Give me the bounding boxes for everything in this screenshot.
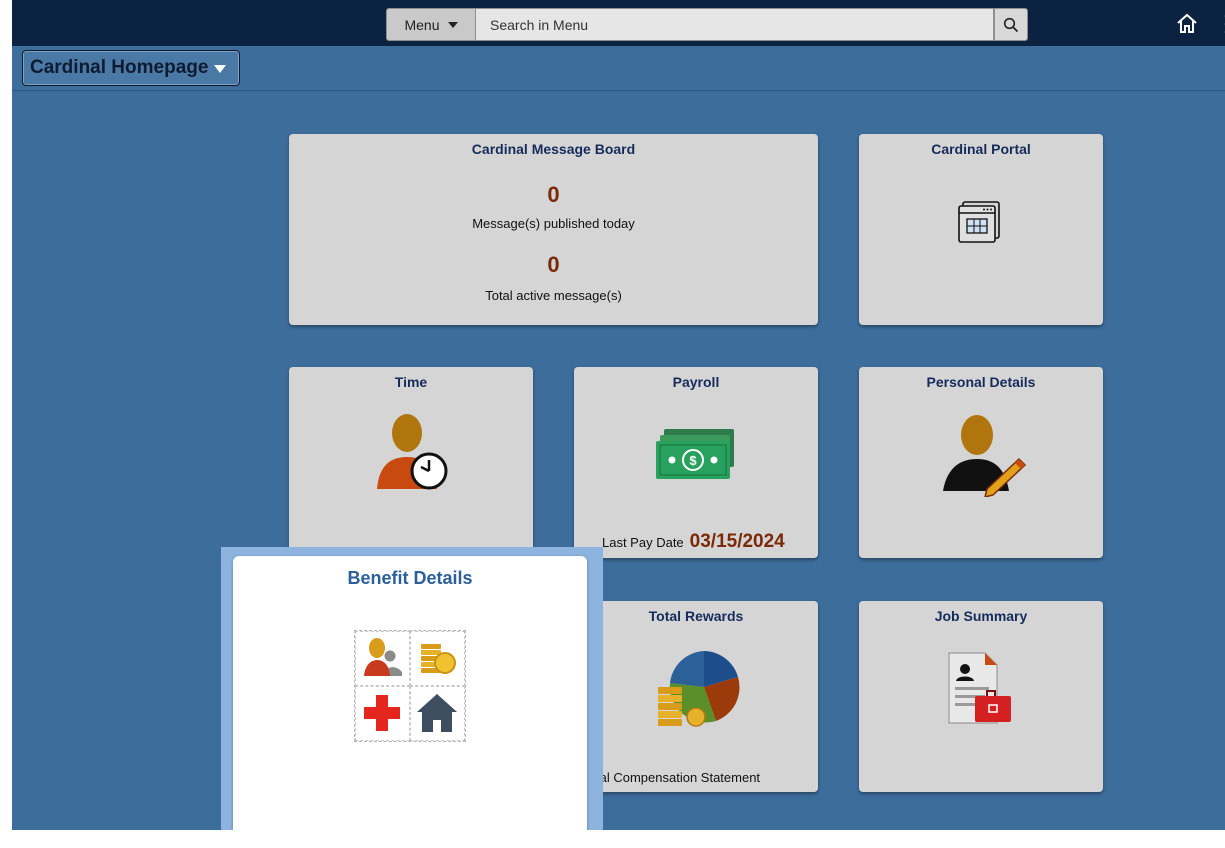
window-grid-icon [958, 201, 1000, 243]
tile-message-board[interactable]: Cardinal Message Board 0 Message(s) publ… [289, 134, 818, 325]
dropdown-triangle-icon [214, 65, 227, 73]
benefit-cell [410, 686, 465, 741]
tile-title: Personal Details [926, 374, 1036, 390]
home-button[interactable] [1174, 11, 1200, 37]
tile-title: Cardinal Message Board [471, 141, 636, 157]
last-pay-line: Last Pay Date 03/15/2024 [602, 531, 785, 553]
homepage-title: Cardinal Homepage [30, 57, 209, 78]
benefit-cell [355, 631, 410, 686]
tile-cardinal-portal[interactable]: Cardinal Portal [859, 134, 1103, 325]
search-button[interactable] [994, 8, 1028, 41]
resume-briefcase-icon [948, 652, 1011, 724]
chevron-down-icon [447, 21, 458, 28]
tile-title: Time [394, 374, 428, 390]
benefit-icons-grid [354, 630, 466, 742]
search-input[interactable] [476, 8, 994, 41]
medical-cross-icon [364, 695, 400, 731]
published-count: 0 [547, 182, 560, 207]
tile-payroll[interactable]: Payroll $ Last Pay Date 03/15/2024 [574, 367, 818, 558]
pie-coins-icon [658, 651, 740, 727]
last-pay-label: Last Pay Date [602, 535, 684, 550]
last-pay-date: 03/15/2024 [689, 531, 785, 552]
page-bottom-edge [0, 830, 1225, 848]
tile-personal-details[interactable]: Personal Details [859, 367, 1103, 558]
benefit-details-highlight: Benefit Details [221, 547, 603, 848]
tile-title: Payroll [672, 374, 720, 390]
person-pencil-icon [943, 415, 1027, 497]
tile-job-summary[interactable]: Job Summary [859, 601, 1103, 792]
published-label: Message(s) published today [472, 216, 635, 231]
benefit-cell [355, 686, 410, 741]
tile-title: Total Rewards [648, 608, 744, 624]
top-navigation-bar: Menu [12, 0, 1225, 46]
active-label: Total active message(s) [485, 288, 622, 303]
tile-benefit-details[interactable]: Benefit Details [233, 556, 587, 836]
homepage-area: Cardinal Homepage Cardinal Message Board… [12, 46, 1225, 830]
money-bills-icon: $ [656, 429, 734, 479]
tile-title: Benefit Details [347, 568, 473, 588]
svg-text:$: $ [689, 453, 697, 468]
homepage-selector[interactable]: Cardinal Homepage [22, 50, 240, 86]
home-icon [1177, 13, 1197, 33]
menu-label: Menu [404, 16, 440, 33]
active-count: 0 [547, 252, 560, 277]
tile-title: Cardinal Portal [931, 141, 1031, 157]
menu-button[interactable]: Menu [386, 8, 476, 41]
tile-title: Job Summary [934, 608, 1028, 624]
header-divider [12, 90, 1225, 91]
house-icon [417, 694, 457, 732]
search-icon [1003, 17, 1019, 32]
person-clock-icon [377, 414, 448, 490]
tile-time[interactable]: Time [289, 367, 533, 558]
tile-total-rewards[interactable]: Total Rewards tal Compensation Statement [574, 601, 818, 792]
people-icon [364, 638, 402, 676]
coins-icon [421, 644, 456, 674]
benefit-cell [410, 631, 465, 686]
